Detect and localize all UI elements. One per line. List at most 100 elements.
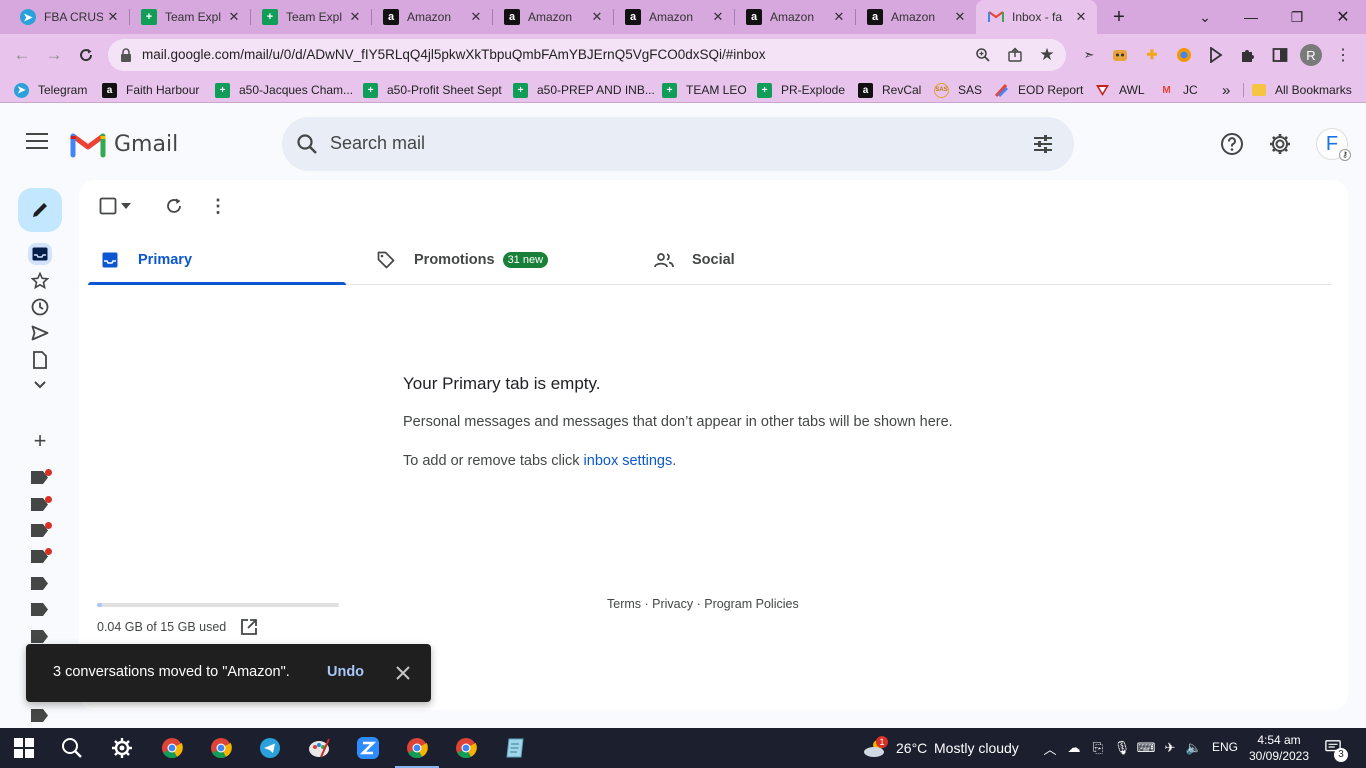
extension-icon[interactable] (1207, 46, 1225, 64)
tab-search-chevron-icon[interactable]: ⌄ (1182, 0, 1228, 34)
open-external-icon[interactable] (240, 618, 258, 636)
chrome-icon[interactable] (454, 736, 478, 760)
search-bar[interactable]: Search mail (282, 117, 1074, 171)
minimize-icon[interactable]: — (1228, 0, 1274, 34)
extension-arrow-icon[interactable]: ➣ (1080, 46, 1098, 64)
browser-tab[interactable]: ➤ FBA CRUS ✕ (8, 0, 129, 34)
all-bookmarks[interactable]: All Bookmarks (1252, 81, 1352, 99)
bookmark-sas[interactable]: SAS SAS (934, 81, 982, 99)
privacy-link[interactable]: Privacy (652, 597, 693, 611)
sent-nav[interactable] (30, 323, 50, 343)
label-icon[interactable] (31, 577, 49, 590)
address-bar[interactable]: mail.google.com/mail/u/0/d/ADwNV_fIY5RLq… (108, 39, 1066, 71)
bookmark-faith-harbour[interactable]: a Faith Harbour (102, 81, 199, 99)
label-icon[interactable] (31, 630, 49, 643)
restore-icon[interactable]: ❐ (1274, 0, 1320, 34)
close-tab-icon[interactable]: ✕ (950, 9, 970, 25)
airplane-mode-icon[interactable]: ✈ (1162, 740, 1178, 756)
paint-icon[interactable] (307, 736, 331, 760)
snoozed-nav[interactable] (30, 297, 50, 317)
bookmark-a50-jacques[interactable]: + a50-Jacques Cham... (215, 81, 353, 99)
bookmark-telegram[interactable]: ➤ Telegram (14, 81, 87, 99)
search-input[interactable]: Search mail (330, 133, 425, 154)
zoom-app-icon[interactable] (356, 736, 380, 760)
close-tab-icon[interactable]: ✕ (466, 9, 486, 25)
close-tab-icon[interactable]: ✕ (829, 9, 849, 25)
select-dropdown-icon[interactable] (120, 196, 132, 216)
volume-icon[interactable]: 🔈 (1186, 740, 1202, 756)
side-panel-icon[interactable] (1271, 46, 1289, 64)
bookmark-revcal[interactable]: a RevCal (858, 81, 921, 99)
close-tab-icon[interactable]: ✕ (708, 9, 728, 25)
input-method-icon[interactable]: ⌨ (1137, 740, 1156, 756)
bookmark-jc[interactable]: M JC (1159, 81, 1197, 99)
back-icon[interactable]: ← (10, 43, 34, 67)
close-tab-icon[interactable]: ✕ (587, 9, 607, 25)
browser-tab[interactable]: a Amazon ✕ (613, 0, 734, 34)
close-tab-icon[interactable]: ✕ (345, 9, 365, 25)
browser-tab[interactable]: + Team Expl ✕ (250, 0, 371, 34)
browser-tab[interactable]: a Amazon ✕ (734, 0, 855, 34)
bookmark-eod-report[interactable]: EOD Report (994, 81, 1083, 99)
tab-primary[interactable]: Primary (100, 234, 192, 285)
terms-link[interactable]: Terms (607, 597, 641, 611)
language-indicator[interactable]: ENG (1212, 740, 1238, 754)
extension-icon[interactable] (1175, 46, 1193, 64)
search-options-icon[interactable] (1032, 133, 1054, 155)
inbox-nav[interactable] (28, 243, 52, 265)
label-icon[interactable] (31, 709, 49, 722)
reload-icon[interactable] (74, 43, 98, 67)
extensions-puzzle-icon[interactable] (1239, 46, 1257, 64)
main-menu-icon[interactable] (26, 133, 48, 151)
close-tab-icon[interactable]: ✕ (103, 9, 123, 25)
bookmark-a50-profit-sheet[interactable]: + a50-Profit Sheet Sept (363, 81, 502, 99)
notepad-icon[interactable] (503, 736, 527, 760)
browser-tab[interactable]: a Amazon ✕ (492, 0, 613, 34)
forward-icon[interactable]: → (42, 43, 66, 67)
browser-tab[interactable]: a Amazon ✕ (371, 0, 492, 34)
search-icon[interactable] (296, 133, 318, 155)
extension-icon[interactable]: ✚ (1143, 46, 1161, 64)
browser-tab-active[interactable]: Inbox - fa ✕ (976, 0, 1097, 34)
label-icon[interactable] (31, 603, 49, 616)
microphone-icon[interactable]: 🎙 (1114, 740, 1131, 756)
browser-tab[interactable]: + Team Expl ✕ (129, 0, 250, 34)
bookmark-star-icon[interactable]: ★ (1038, 45, 1056, 64)
show-hidden-icons-chevron-icon[interactable]: ︿ (1042, 740, 1058, 757)
window-close-icon[interactable]: ✕ (1320, 0, 1366, 34)
more-nav[interactable] (30, 375, 50, 395)
select-all-checkbox[interactable] (98, 196, 118, 216)
drafts-nav[interactable] (30, 350, 50, 370)
browser-menu-icon[interactable]: ⋮ (1334, 46, 1352, 64)
settings-gear-icon[interactable] (1268, 132, 1292, 156)
tab-social[interactable]: Social (654, 234, 735, 285)
bookmark-pr-explode[interactable]: + PR-Explode (757, 81, 845, 99)
close-icon[interactable] (394, 664, 412, 682)
bookmark-team-leo[interactable]: + TEAM LEO (662, 81, 747, 99)
clock[interactable]: 4:54 am 30/09/2023 (1248, 732, 1310, 764)
browser-tab[interactable]: a Amazon ✕ (855, 0, 976, 34)
close-tab-icon[interactable]: ✕ (1071, 9, 1091, 25)
meet-now-icon[interactable]: ⎘ (1090, 740, 1106, 756)
taskbar-search-icon[interactable] (60, 736, 84, 760)
weather-temp[interactable]: 26°C (896, 740, 927, 756)
windows-start-icon[interactable] (12, 736, 36, 760)
more-options-icon[interactable]: ⋮ (208, 196, 228, 216)
close-tab-icon[interactable]: ✕ (224, 9, 244, 25)
starred-nav[interactable] (30, 271, 50, 291)
help-icon[interactable] (1220, 132, 1244, 156)
inbox-settings-link[interactable]: inbox settings (584, 453, 673, 469)
share-icon[interactable] (1006, 46, 1024, 64)
chrome-icon[interactable] (209, 736, 233, 760)
bookmarks-overflow-icon[interactable]: » (1222, 81, 1230, 99)
weather-description[interactable]: Mostly cloudy (934, 740, 1019, 756)
compose-button[interactable] (18, 188, 62, 232)
profile-avatar[interactable]: R (1300, 44, 1322, 66)
chrome-icon[interactable] (160, 736, 184, 760)
extension-icon[interactable] (1111, 46, 1129, 64)
settings-gear-icon[interactable] (110, 736, 134, 760)
create-label-icon[interactable]: + (30, 428, 50, 453)
refresh-icon[interactable] (164, 196, 184, 216)
onedrive-cloud-icon[interactable]: ☁ (1066, 740, 1082, 756)
bookmark-awl[interactable]: AWL (1095, 81, 1145, 99)
